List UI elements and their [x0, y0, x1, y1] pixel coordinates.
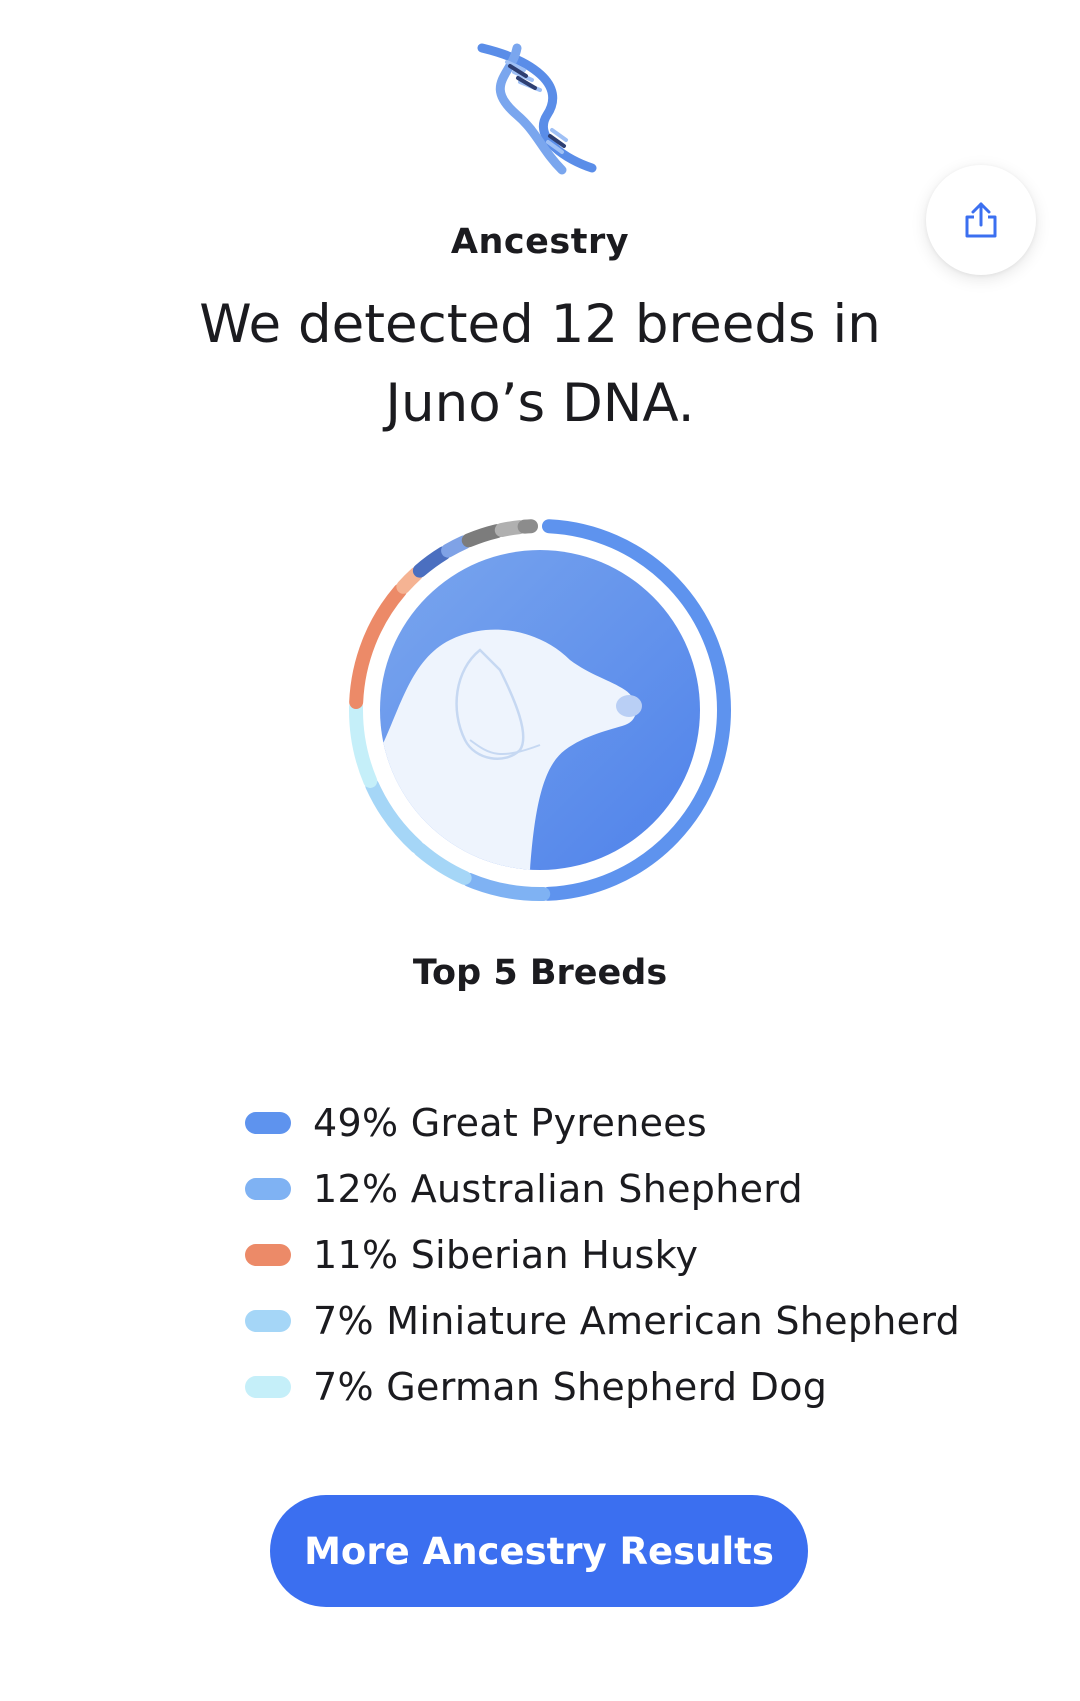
donut-segment-4	[349, 700, 378, 788]
more-ancestry-results-button[interactable]: More Ancestry Results	[270, 1495, 808, 1607]
legend-label: 12% Australian Shepherd	[313, 1167, 803, 1211]
donut-segment-8	[441, 535, 472, 558]
donut-segment-2	[413, 842, 472, 885]
legend-swatch	[245, 1376, 291, 1398]
legend-item: 12% Australian Shepherd	[245, 1156, 960, 1222]
donut-segment-10	[494, 520, 527, 538]
legend-item: 11% Siberian Husky	[245, 1222, 960, 1288]
legend-label: 11% Siberian Husky	[313, 1233, 699, 1277]
dna-icon	[462, 30, 612, 180]
legend-label: 49% Great Pyrenees	[313, 1101, 708, 1145]
page-title: We detected 12 breeds in Juno’s DNA.	[199, 294, 881, 434]
donut-segment-6	[396, 567, 424, 594]
legend-item: 7% Miniature American Shepherd	[245, 1288, 960, 1354]
legend-label: 7% Miniature American Shepherd	[313, 1299, 961, 1343]
top-breeds-title: Top 5 Breeds	[412, 953, 668, 993]
ancestry-donut-chart	[340, 510, 740, 910]
donut-segment-9	[461, 524, 504, 548]
breed-legend: 49% Great Pyrenees 12% Australian Shephe…	[245, 1090, 960, 1420]
legend-swatch	[245, 1310, 291, 1332]
legend-swatch	[245, 1244, 291, 1266]
legend-label: 7% German Shepherd Dog	[313, 1365, 828, 1409]
donut-segment-1	[462, 872, 551, 901]
legend-swatch	[245, 1178, 291, 1200]
legend-item: 49% Great Pyrenees	[245, 1090, 960, 1156]
legend-swatch	[245, 1112, 291, 1134]
section-label: Ancestry	[450, 222, 630, 262]
legend-item: 7% German Shepherd Dog	[245, 1354, 960, 1420]
donut-segment-7	[412, 546, 451, 578]
